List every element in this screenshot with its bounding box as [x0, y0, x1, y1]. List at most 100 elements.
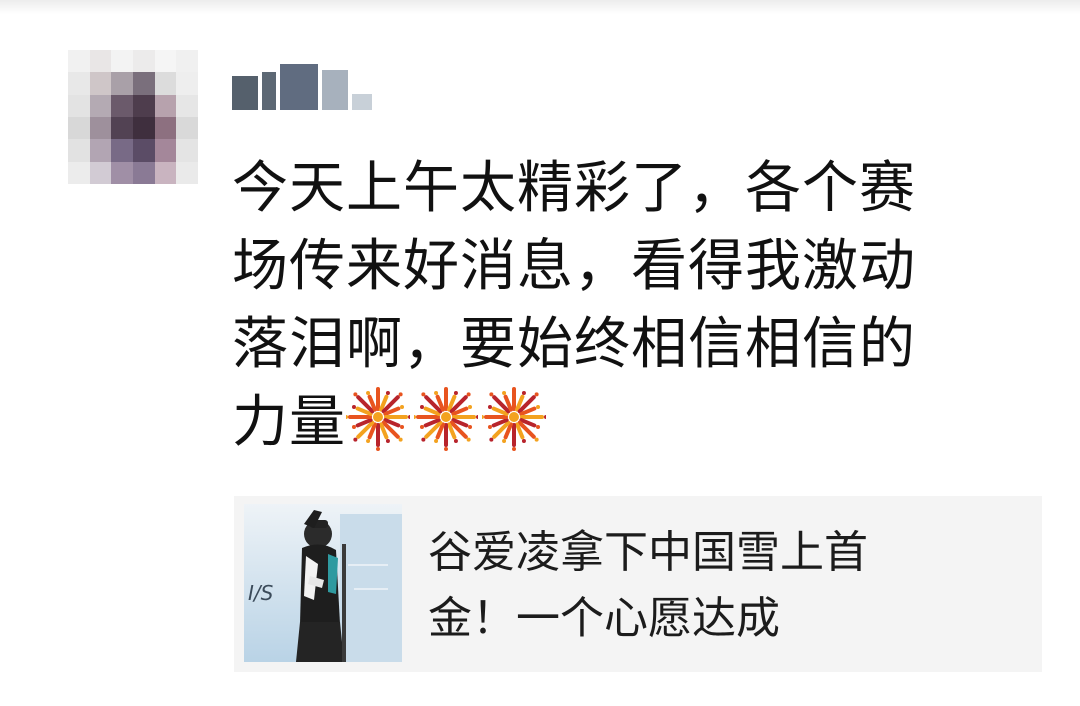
username-pixel [352, 94, 372, 110]
avatar-pixel [111, 94, 133, 117]
firework-spark [536, 424, 541, 429]
avatar-pixel [89, 72, 112, 95]
firework-spark [489, 437, 494, 442]
firework-spark [444, 447, 448, 451]
firework-spark [414, 415, 416, 419]
avatar-pixel [68, 50, 90, 73]
firework-spark [468, 405, 473, 410]
thumbnail-logo-text: I/S [248, 581, 274, 605]
avatar-pixel [176, 117, 198, 140]
avatar-pixel [132, 94, 155, 117]
avatar-pixel [154, 117, 177, 140]
shared-link-card[interactable]: I/S 谷爱凌拿下中国雪上首 金！一个心愿达成 [234, 496, 1042, 672]
fireworks-icon [346, 387, 410, 451]
avatar-pixel [132, 117, 155, 140]
firework-spark [385, 439, 390, 444]
firework-center [441, 412, 451, 422]
message-line-last: 力量 [232, 384, 1012, 462]
firework-spark [346, 415, 348, 419]
message-line: 力量 [232, 390, 346, 455]
firework-spark [376, 447, 380, 451]
username-pixel [322, 70, 348, 110]
firework-spark [398, 392, 403, 397]
avatar-pixel [111, 72, 133, 95]
avatar-pixel [176, 50, 198, 73]
avatar[interactable] [68, 50, 198, 184]
article-thumbnail: I/S [244, 504, 402, 662]
post-message: 今天上午太精彩了，各个赛 场传来好消息，看得我激动 落泪啊，要始终相信相信的 力… [232, 150, 1012, 462]
firework-spark [351, 424, 356, 429]
firework-spark [421, 392, 426, 397]
avatar-pixel [176, 161, 198, 184]
username-pixel [262, 72, 276, 110]
firework-center [509, 412, 519, 422]
avatar-pixel [176, 94, 198, 117]
firework-spark [385, 390, 390, 395]
firework-spark [453, 439, 458, 444]
avatar-pixel [68, 161, 90, 184]
firework-spark [351, 405, 356, 410]
fireworks-icon [414, 387, 478, 451]
firework-spark [366, 439, 371, 444]
avatar-pixel [89, 117, 112, 140]
avatar-pixel [111, 50, 133, 73]
firework-spark [482, 415, 484, 419]
avatar-pixel [132, 50, 155, 73]
avatar-pixel [68, 72, 90, 95]
firework-spark [421, 437, 426, 442]
firework-spark [534, 437, 539, 442]
firework-spark [502, 439, 507, 444]
article-title[interactable]: 谷爱凌拿下中国雪上首 金！一个心愿达成 [428, 520, 948, 652]
avatar-pixel [154, 50, 177, 73]
avatar-pixel [111, 161, 133, 184]
firework-spark [400, 405, 405, 410]
username-pixel [232, 76, 258, 110]
firework-spark [353, 392, 358, 397]
avatar-pixel [154, 94, 177, 117]
firework-spark [408, 415, 410, 419]
firework-center [373, 412, 383, 422]
avatar-pixel [89, 161, 112, 184]
article-title-line: 谷爱凌拿下中国雪上首 [428, 527, 868, 578]
firework-spark [521, 439, 526, 444]
avatar-pixel [132, 72, 155, 95]
firework-spark [468, 424, 473, 429]
avatar-pixel [154, 139, 177, 162]
firework-spark [521, 390, 526, 395]
avatar-pixel [132, 161, 155, 184]
firework-spark [544, 415, 546, 419]
fireworks-icon [482, 387, 546, 451]
firework-spark [476, 415, 478, 419]
avatar-pixel [89, 94, 112, 117]
firework-spark [434, 390, 439, 395]
firework-spark [400, 424, 405, 429]
athlete-photo-icon: I/S [244, 504, 402, 662]
message-line: 场传来好消息，看得我激动 [232, 234, 916, 299]
username-blurred[interactable] [232, 62, 372, 110]
message-line: 今天上午太精彩了，各个赛 [232, 156, 916, 221]
firework-spark [487, 424, 492, 429]
avatar-pixel [111, 117, 133, 140]
avatar-pixel [89, 50, 112, 73]
firework-spark [489, 392, 494, 397]
avatar-pixel [68, 117, 90, 140]
firework-spark [466, 392, 471, 397]
avatar-pixel [176, 139, 198, 162]
firework-spark [353, 437, 358, 442]
firework-spark [502, 390, 507, 395]
firework-spark [512, 447, 516, 451]
avatar-pixel [154, 72, 177, 95]
firework-spark [366, 390, 371, 395]
message-line: 落泪啊，要始终相信相信的 [232, 312, 916, 377]
firework-spark [487, 405, 492, 410]
avatar-pixel [176, 72, 198, 95]
firework-spark [534, 392, 539, 397]
firework-spark [466, 437, 471, 442]
firework-spark [453, 390, 458, 395]
firework-spark [434, 439, 439, 444]
avatar-pixel [68, 139, 90, 162]
firework-spark [419, 405, 424, 410]
moments-post: 今天上午太精彩了，各个赛 场传来好消息，看得我激动 落泪啊，要始终相信相信的 力… [0, 0, 1080, 706]
avatar-pixel [132, 139, 155, 162]
firework-spark [536, 405, 541, 410]
